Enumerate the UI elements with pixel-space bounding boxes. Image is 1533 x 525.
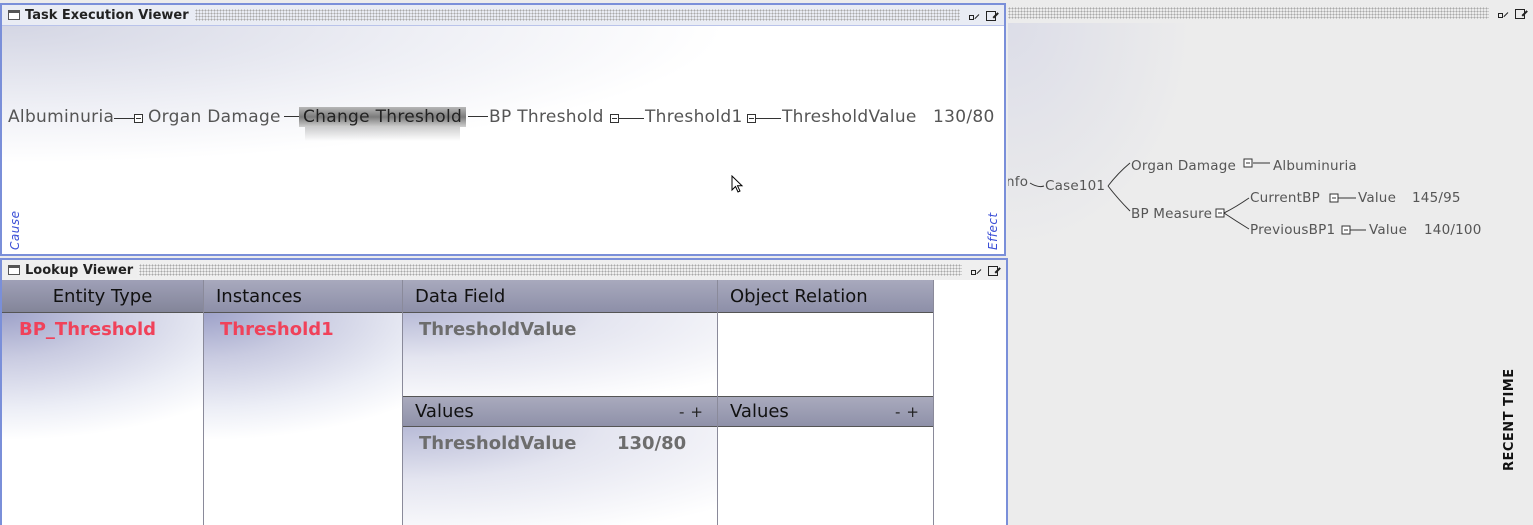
tree-node-case[interactable]: Case101 (1045, 178, 1105, 194)
collapse-icon[interactable] (134, 114, 143, 123)
chain-node-albuminuria[interactable]: Albuminuria (8, 107, 114, 127)
relation-values-add-remove: -+ (895, 403, 925, 421)
cause-label: Cause (8, 210, 22, 250)
tree-node-current-bp[interactable]: CurrentBP (1250, 190, 1320, 206)
entity-type-column: Entity Type BP_Threshold (2, 280, 204, 525)
values-cell[interactable]: ThresholdValue 130/80 (403, 427, 717, 525)
edge (756, 118, 781, 119)
chain-node-threshold-value-number: 130/80 (933, 107, 995, 127)
titlebar-grip[interactable] (139, 264, 962, 276)
values-field[interactable]: ThresholdValue (419, 433, 576, 454)
object-relation-cell[interactable] (718, 313, 933, 396)
case-tree-viewer: nfo Case101 Organ Damage Albuminuria BP … (1008, 3, 1533, 525)
remove-value-button[interactable]: - (679, 403, 690, 421)
values-header: Values -+ (403, 396, 717, 427)
relation-values-cell[interactable] (718, 427, 933, 525)
chain-node-threshold1[interactable]: Threshold1 (645, 107, 743, 127)
recent-time-label: RECENT TIME (1502, 368, 1517, 471)
data-field-header[interactable]: Data Field (403, 280, 717, 313)
task-viewer-titlebar[interactable]: Task Execution Viewer (2, 5, 1004, 25)
minimize-icon[interactable] (968, 9, 980, 21)
lookup-viewer: Lookup Viewer Entity Type BP_Threshold I… (0, 258, 1008, 525)
tree-node-previous-value: 140/100 (1424, 222, 1482, 238)
edge (619, 118, 644, 119)
lookup-table: Entity Type BP_Threshold Instances Thres… (2, 280, 1006, 525)
edge (114, 118, 134, 119)
maximize-icon[interactable] (988, 264, 1000, 276)
case-tree-edges (1029, 158, 1366, 235)
lookup-viewer-title: Lookup Viewer (25, 262, 138, 278)
chain-node-organ-damage[interactable]: Organ Damage (148, 107, 281, 127)
titlebar-grip[interactable] (1008, 7, 1489, 19)
instances-header[interactable]: Instances (204, 280, 402, 313)
tree-node-albuminuria[interactable]: Albuminuria (1273, 158, 1357, 174)
maximize-icon[interactable] (986, 9, 998, 21)
chain-node-threshold-value[interactable]: ThresholdValue (782, 107, 917, 127)
entity-type-header[interactable]: Entity Type (2, 280, 203, 313)
maximize-icon[interactable] (1515, 7, 1527, 19)
window-icon (8, 10, 20, 20)
values-value[interactable]: 130/80 (617, 433, 686, 454)
tree-node-current-value: 145/95 (1412, 190, 1461, 206)
entity-type-cell[interactable]: BP_Threshold (2, 313, 203, 525)
tree-node-previous-value-label[interactable]: Value (1369, 222, 1407, 238)
entity-type-value[interactable]: BP_Threshold (19, 319, 156, 340)
object-relation-column: Object Relation Values -+ (718, 280, 934, 525)
tree-node-root[interactable]: nfo (1008, 174, 1028, 190)
relation-values-header: Values -+ (718, 396, 933, 427)
case-tree-titlebar[interactable] (1008, 3, 1533, 23)
collapse-icon[interactable] (610, 114, 619, 123)
chain-node-change-threshold-selected[interactable]: Change Threshold (299, 107, 467, 141)
task-viewer-title: Task Execution Viewer (25, 7, 193, 23)
remove-relation-value-button[interactable]: - (895, 403, 906, 421)
relation-values-section: Values -+ (718, 396, 933, 427)
minimize-icon[interactable] (1497, 7, 1509, 19)
relation-values-header-label: Values (730, 401, 789, 422)
data-field-value[interactable]: ThresholdValue (419, 319, 576, 340)
values-add-remove: -+ (679, 403, 709, 421)
tree-node-previous-bp[interactable]: PreviousBP1 (1250, 222, 1335, 238)
window-icon (8, 265, 20, 275)
instance-value[interactable]: Threshold1 (220, 319, 334, 340)
lookup-viewer-titlebar[interactable]: Lookup Viewer (2, 260, 1006, 280)
data-field-cell[interactable]: ThresholdValue (403, 313, 717, 396)
case-tree-canvas[interactable]: nfo Case101 Organ Damage Albuminuria BP … (1008, 23, 1533, 525)
add-value-button[interactable]: + (690, 403, 709, 421)
tree-node-bp-measure[interactable]: BP Measure (1131, 206, 1212, 222)
titlebar-grip[interactable] (194, 9, 960, 21)
values-section: Values -+ (403, 396, 717, 427)
instances-column: Instances Threshold1 (204, 280, 403, 525)
values-header-label: Values (415, 401, 474, 422)
collapse-icon[interactable] (747, 114, 756, 123)
instances-cell[interactable]: Threshold1 (204, 313, 402, 525)
edge (468, 116, 488, 117)
task-canvas[interactable]: Albuminuria Organ Damage Change Threshol… (2, 25, 1004, 254)
task-execution-viewer: Task Execution Viewer Albuminuria Organ … (0, 3, 1006, 256)
object-relation-header[interactable]: Object Relation (718, 280, 933, 313)
tree-node-current-value-label[interactable]: Value (1358, 190, 1396, 206)
minimize-icon[interactable] (970, 264, 982, 276)
add-relation-value-button[interactable]: + (906, 403, 925, 421)
effect-label: Effect (986, 212, 1000, 250)
data-field-column: Data Field ThresholdValue Values -+ Thre… (403, 280, 718, 525)
edge (284, 116, 299, 117)
tree-node-organ-damage[interactable]: Organ Damage (1131, 158, 1236, 174)
chain-node-bp-threshold[interactable]: BP Threshold (489, 107, 604, 127)
mouse-cursor-icon (731, 175, 744, 193)
